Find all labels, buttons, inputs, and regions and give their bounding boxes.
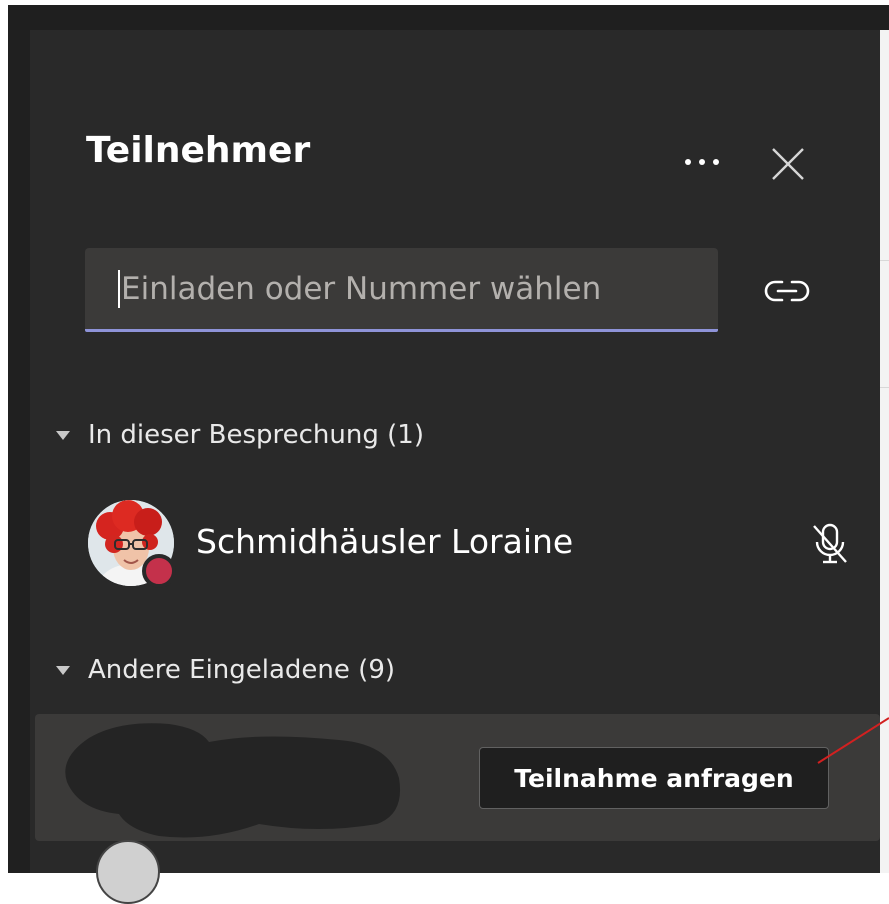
copy-invite-link-button[interactable] <box>760 270 814 312</box>
more-horizontal-icon <box>685 159 719 165</box>
participants-panel: Teilnehmer In dieser Besprechung (1) <box>30 30 880 873</box>
invite-search-field[interactable] <box>85 248 718 332</box>
more-options-button[interactable] <box>678 142 726 182</box>
close-button[interactable] <box>766 142 810 186</box>
panel-title: Teilnehmer <box>86 130 311 171</box>
window-frame-left <box>0 0 8 873</box>
chevron-down-icon <box>50 662 76 678</box>
section-others-label: Andere Eingeladene (9) <box>88 655 395 685</box>
background-edge <box>8 30 30 873</box>
invitee-row[interactable]: Teilnahme anfragen <box>35 714 880 841</box>
close-icon <box>772 148 804 180</box>
mic-toggle[interactable] <box>806 520 854 568</box>
title-bar <box>8 5 889 30</box>
text-cursor <box>118 269 120 308</box>
background-window-edge <box>880 30 889 873</box>
section-others-header[interactable]: Andere Eingeladene (9) <box>50 655 395 685</box>
avatar <box>96 840 160 904</box>
request-to-join-button[interactable]: Teilnahme anfragen <box>479 747 829 809</box>
status-busy-badge <box>142 554 176 588</box>
section-in-meeting-label: In dieser Besprechung (1) <box>88 420 424 450</box>
chevron-down-icon <box>50 427 76 443</box>
participant-name: Schmidhäusler Loraine <box>196 522 574 561</box>
link-icon <box>764 280 810 302</box>
section-in-meeting-header[interactable]: In dieser Besprechung (1) <box>50 420 424 450</box>
participant-row[interactable]: Schmidhäusler Loraine <box>60 490 860 600</box>
redacted-name-blob <box>65 723 401 838</box>
mic-off-icon <box>813 523 847 564</box>
invite-search-input[interactable] <box>121 270 681 307</box>
